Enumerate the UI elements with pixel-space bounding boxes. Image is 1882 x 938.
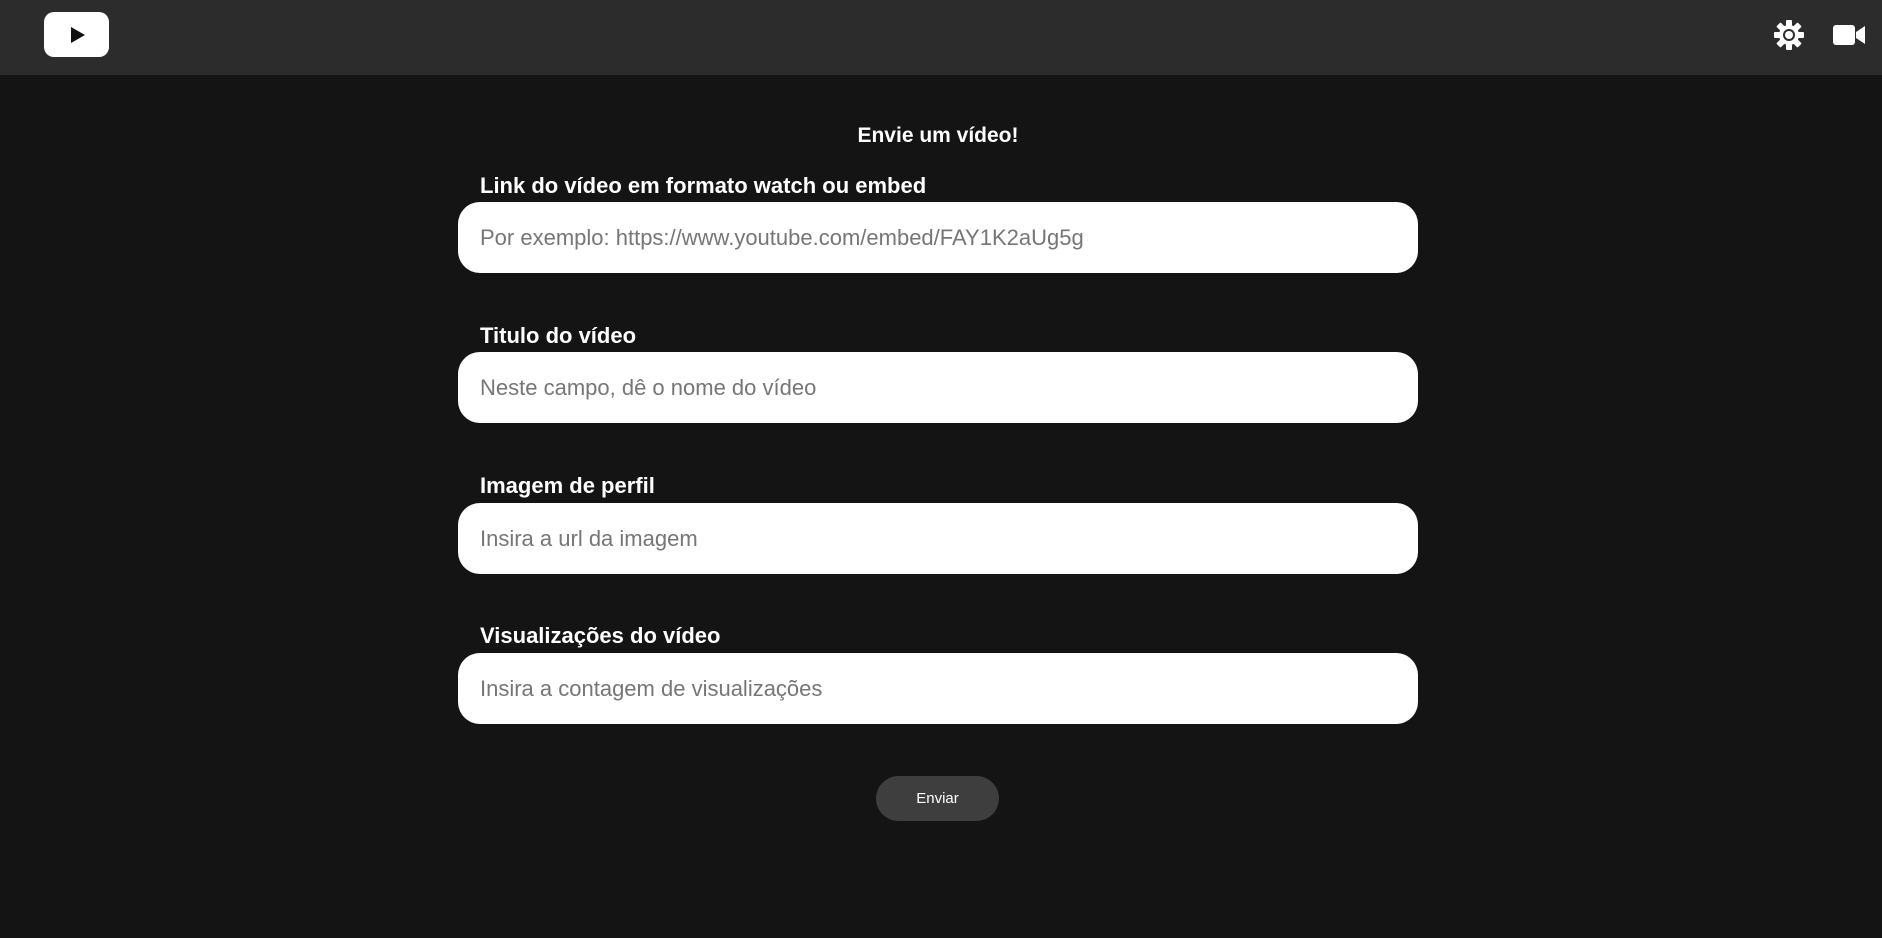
video-views-input[interactable]	[458, 653, 1418, 724]
video-views-label: Visualizações do vídeo	[480, 623, 721, 648]
profile-image-label: Imagem de perfil	[480, 473, 655, 498]
video-camera-icon[interactable]	[1832, 18, 1866, 52]
gear-icon[interactable]	[1772, 18, 1806, 52]
profile-image-input[interactable]	[458, 503, 1418, 574]
play-logo-icon[interactable]	[44, 12, 109, 57]
video-link-input[interactable]	[458, 202, 1418, 273]
video-title-label: Titulo do vídeo	[480, 323, 637, 348]
submit-button[interactable]: Enviar	[876, 776, 999, 821]
video-title-input[interactable]	[458, 352, 1418, 423]
video-link-label: Link do vídeo em formato watch ou embed	[480, 173, 927, 198]
page-title: Envie um vídeo!	[857, 124, 1019, 147]
header-bar	[0, 0, 1882, 75]
